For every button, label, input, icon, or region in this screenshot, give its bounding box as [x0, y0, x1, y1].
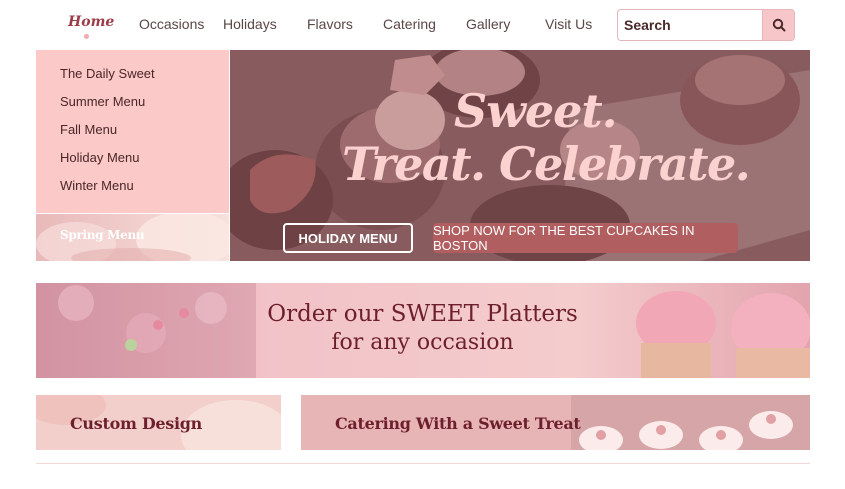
nav-item-occasions[interactable]: Occasions — [139, 16, 204, 32]
dropdown-item-holiday-menu[interactable]: Holiday Menu — [60, 150, 140, 165]
dropdown-item-summer-menu[interactable]: Summer Menu — [60, 94, 145, 109]
search-input[interactable] — [618, 10, 763, 40]
spring-menu-label: Spring Menu — [60, 228, 145, 242]
nav-item-visit-us[interactable]: Visit Us — [545, 16, 592, 32]
holiday-menu-button[interactable]: HOLIDAY MENU — [283, 223, 413, 253]
platters-heading-line1: Order our SWEET Platters — [267, 301, 578, 327]
top-navigation: Home Occasions Holidays Flavors Catering… — [0, 0, 845, 48]
dropdown-item-fall-menu[interactable]: Fall Menu — [60, 122, 117, 137]
search-button[interactable] — [762, 10, 794, 40]
hero-title-line2: Treat. Celebrate. — [342, 137, 751, 191]
hero-title-line1: Sweet. — [454, 84, 618, 138]
dropdown-item-spring-menu[interactable]: Spring Menu — [36, 214, 229, 261]
shop-now-button[interactable]: SHOP NOW FOR THE BEST CUPCAKES IN BOSTON — [433, 223, 738, 253]
catering-label: Catering With a Sweet Treat — [335, 414, 581, 433]
nav-item-catering[interactable]: Catering — [383, 16, 436, 32]
nav-home-link[interactable]: Home — [68, 14, 114, 30]
dropdown-item-daily-sweet[interactable]: The Daily Sweet — [60, 66, 155, 81]
dropdown-item-winter-menu[interactable]: Winter Menu — [60, 178, 134, 193]
search-box — [617, 9, 795, 41]
platters-heading-line2: for any occasion — [331, 330, 514, 355]
nav-item-holidays[interactable]: Holidays — [223, 16, 277, 32]
active-indicator — [84, 34, 89, 39]
nav-item-gallery[interactable]: Gallery — [466, 16, 510, 32]
search-icon — [772, 18, 785, 32]
footer-divider — [36, 463, 810, 464]
custom-design-label: Custom Design — [70, 414, 202, 433]
holidays-dropdown-menu: The Daily Sweet Summer Menu Fall Menu Ho… — [36, 50, 229, 213]
nav-item-flavors[interactable]: Flavors — [307, 16, 353, 32]
